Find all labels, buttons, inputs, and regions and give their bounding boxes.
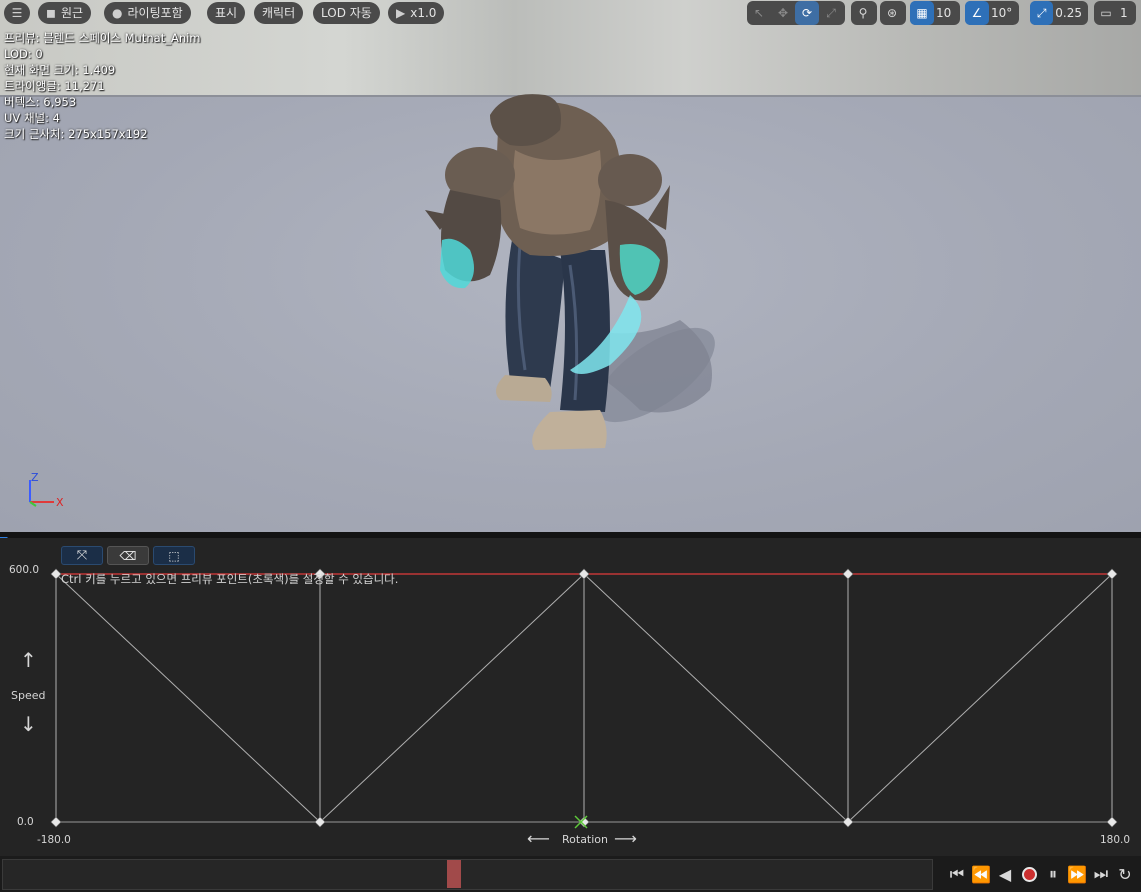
viewport-stats: 프리뷰: 블렌드 스페이스 Mutnat_Anim LOD: 0 현재 화면 크… (4, 30, 201, 142)
triangulation-edge (583, 573, 849, 823)
perspective-label: 원근 (60, 6, 84, 20)
scale-snap-icon: ⤢ (1030, 1, 1054, 25)
snap-to-grid-button[interactable]: ⬚ (153, 546, 195, 565)
rotate-icon[interactable]: ⟳ (795, 1, 819, 25)
axis-x-label: X (56, 496, 64, 509)
y-axis-max-label: 600.0 (9, 564, 40, 576)
scale-snap-control[interactable]: ⤢ 0.25 (1030, 1, 1088, 25)
cube-icon: ◼ (46, 6, 56, 20)
tag-icon: ⌫ (119, 548, 137, 563)
triangulation-edge (319, 573, 585, 823)
cursor-grid-icon: ⬚ (168, 548, 180, 563)
local-world-toggle[interactable]: ⚲ (851, 1, 877, 25)
character-label: 캐릭터 (262, 6, 296, 20)
play-speed-label: x1.0 (410, 6, 437, 20)
skip-to-start-icon[interactable]: ⏮ (948, 864, 966, 884)
sample-point[interactable] (50, 816, 62, 828)
grid-snap-value: 10 (936, 6, 952, 20)
play-reverse-icon[interactable]: ◀ (996, 864, 1014, 884)
select-icon[interactable]: ↖ (747, 1, 771, 25)
triangulation-edge (847, 573, 1113, 823)
playback-controls: ⏮ ⏪ ◀ ⏸ ⏩ ⏭ ↻ (948, 864, 1134, 884)
move-icon[interactable]: ✥ (771, 1, 795, 25)
timeline-scrubber[interactable] (446, 860, 461, 888)
hamburger-icon: ☰ (11, 6, 23, 20)
axis-gizmo: Z X (29, 471, 64, 509)
arrow-up-icon: ↑ (20, 648, 37, 672)
stat-vertices: 버텍스: 6,953 (4, 95, 77, 109)
rotation-snap-value: 10° (991, 6, 1013, 20)
lod-label: LOD 자동 (321, 6, 372, 20)
pivot-icon: ⚲ (858, 6, 868, 20)
skip-to-end-icon[interactable]: ⏭ (1092, 864, 1110, 884)
arrow-right-icon: ⟶ (614, 829, 637, 848)
character-button[interactable]: 캐릭터 (254, 2, 304, 24)
y-axis-name: Speed (11, 689, 46, 702)
arrow-left-icon: ⟵ (527, 829, 550, 848)
scale-icon[interactable]: ⤢ (819, 1, 843, 25)
camera-speed-control[interactable]: ▭ 1 (1094, 1, 1136, 25)
fit-view-icon: ⤧ (76, 548, 88, 563)
stat-lod: LOD: 0 (4, 47, 43, 61)
pause-icon[interactable]: ⏸ (1044, 864, 1062, 884)
loop-icon[interactable]: ↻ (1116, 864, 1134, 884)
stat-uv-channels: UV 채널: 4 (4, 111, 60, 125)
sample-point[interactable] (1106, 816, 1118, 828)
stat-screen-size: 현재 화면 크기: 1.409 (4, 63, 116, 77)
play-speed-button[interactable]: ▶ x1.0 (388, 2, 445, 24)
character-mesh (425, 94, 715, 450)
stat-triangles: 트라이앵글: 11,271 (4, 79, 105, 93)
fit-view-button[interactable]: ⤧ (61, 546, 103, 565)
stat-preview: 프리뷰: 블렌드 스페이스 Mutnat_Anim (4, 31, 201, 45)
transform-tools: ↖ ✥ ⟳ ⤢ (747, 1, 845, 25)
scale-snap-value: 0.25 (1055, 6, 1082, 20)
triangulation-edge (55, 573, 321, 823)
y-axis-min-label: 0.0 (17, 816, 34, 828)
axis-z-label: Z (31, 471, 39, 484)
sphere-icon: ● (112, 6, 123, 20)
show-button[interactable]: 표시 (207, 2, 246, 24)
play-icon: ▶ (396, 6, 406, 20)
camera-icon: ▭ (1100, 6, 1112, 20)
sample-point[interactable] (842, 568, 854, 580)
perspective-button[interactable]: ◼ 원근 (38, 2, 92, 24)
animation-editor: ☰ ◼ 원근 ● 라이팅포함 표시 캐릭터 LOD 자동 ▶ x1.0 ↖ ✥ … (0, 0, 1141, 892)
menu-button[interactable]: ☰ (4, 2, 30, 24)
timeline-track[interactable] (2, 859, 933, 890)
arrow-down-icon: ↓ (20, 712, 37, 736)
lighting-label: 라이팅포함 (127, 6, 183, 20)
step-forward-icon[interactable]: ⏩ (1067, 864, 1087, 884)
record-icon[interactable] (1020, 864, 1038, 884)
transport-bar: ⏮ ⏪ ◀ ⏸ ⏩ ⏭ ↻ (0, 856, 1141, 892)
grid-icon: ▦ (910, 1, 934, 25)
stat-approx-size: 크기 근사치: 275x157x192 (4, 127, 148, 141)
x-axis-name: Rotation (562, 833, 609, 846)
preview-viewport[interactable]: ☰ ◼ 원근 ● 라이팅포함 표시 캐릭터 LOD 자동 ▶ x1.0 ↖ ✥ … (0, 0, 1141, 532)
step-back-icon[interactable]: ⏪ (971, 864, 991, 884)
x-axis-min-label: -180.0 (37, 834, 71, 846)
x-axis-max-label: 180.0 (1100, 834, 1131, 846)
label-toggle-button[interactable]: ⌫ (107, 546, 149, 565)
grid-snap-control[interactable]: ▦ 10 (910, 1, 960, 25)
angle-icon: ∠ (965, 1, 989, 25)
rotation-snap-control[interactable]: ∠ 10° (965, 1, 1019, 25)
show-label: 표시 (215, 6, 238, 20)
preview-hint: Ctrl 키를 누르고 있으면 프리뷰 포인트(초록색)를 설정할 수 있습니다… (61, 572, 399, 586)
camera-speed-value: 1 (1120, 6, 1128, 20)
lighting-mode-button[interactable]: ● 라이팅포함 (104, 2, 191, 24)
lod-button[interactable]: LOD 자동 (313, 2, 380, 24)
surface-snap-toggle[interactable]: ⊛ (880, 1, 906, 25)
blendspace-editor[interactable]: ⤧ ⌫ ⬚ Ctrl 키를 누르고 있으면 프리뷰 포인트(초록색)를 설정할 … (0, 538, 1141, 856)
snap-surface-icon: ⊛ (886, 6, 898, 20)
